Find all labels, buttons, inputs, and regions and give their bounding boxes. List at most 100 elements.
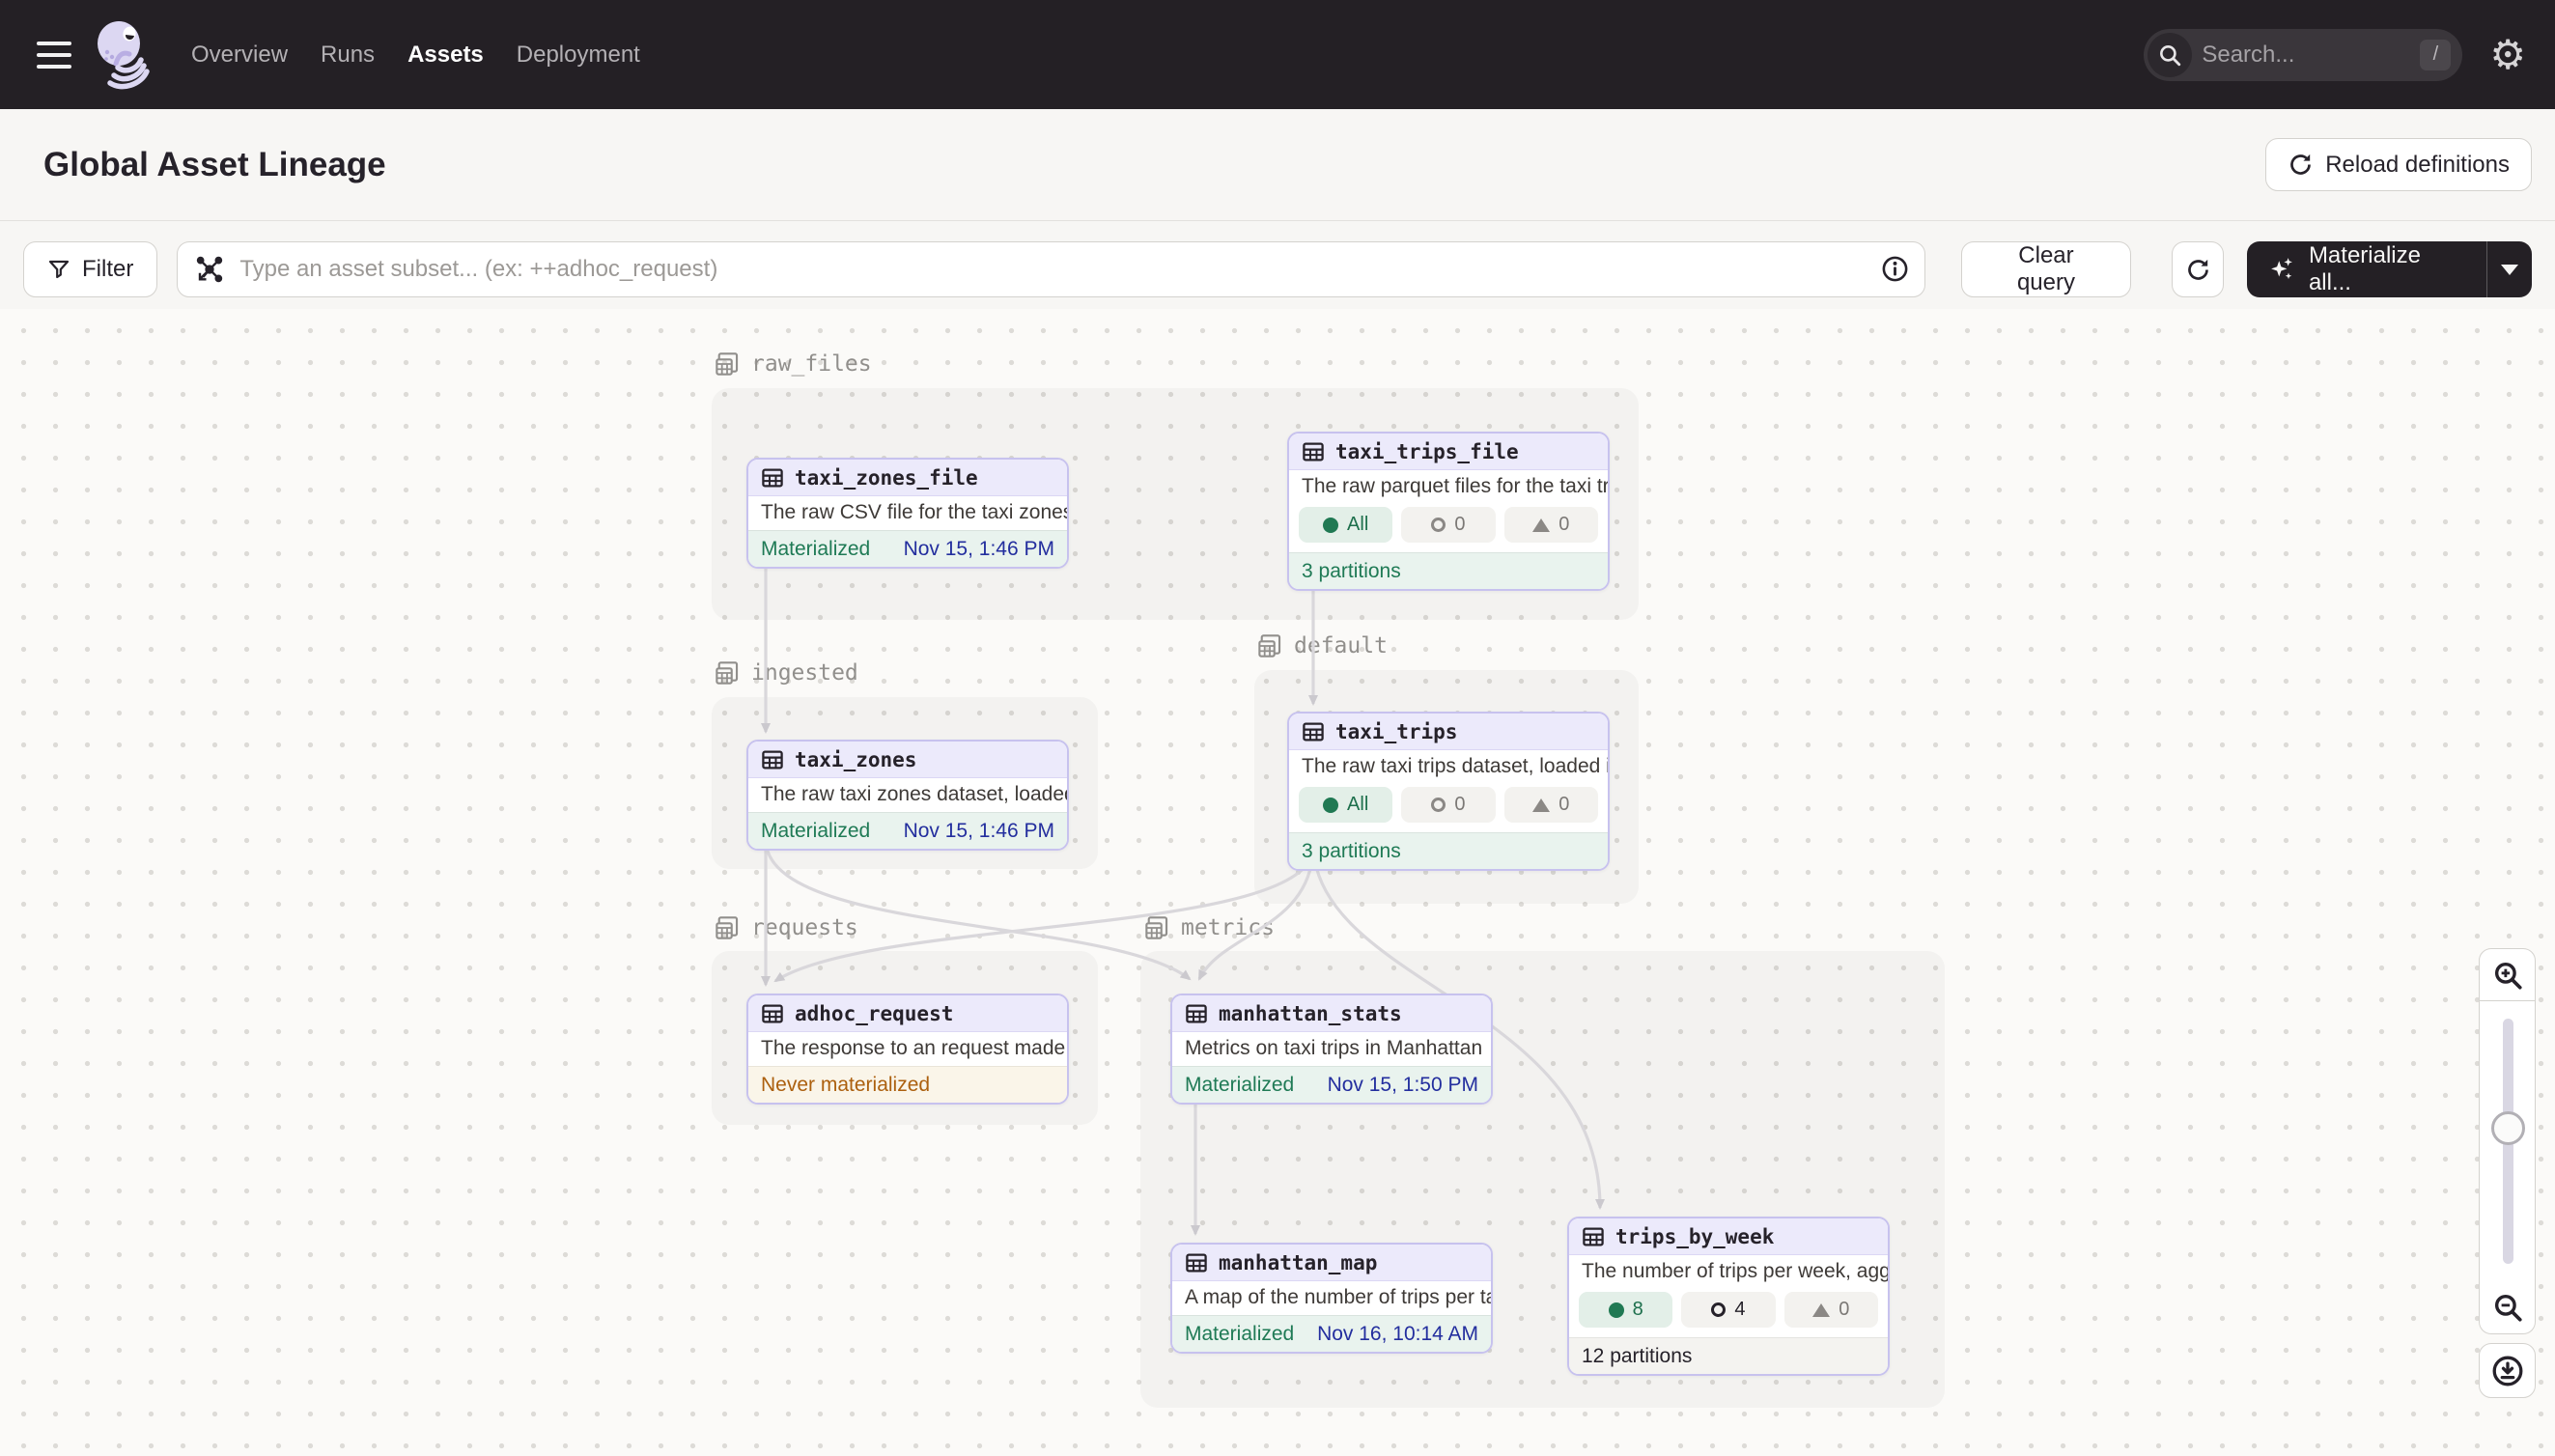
materialization-timestamp[interactable]: Nov 16, 10:14 AM <box>1317 1323 1478 1346</box>
download-icon <box>2490 1354 2525 1388</box>
materialize-dropdown-toggle[interactable] <box>2486 241 2532 297</box>
asset-description: The response to an request made in th... <box>748 1032 1067 1066</box>
refresh-icon <box>2185 257 2211 283</box>
asset-status-bar: 12 partitions <box>1569 1337 1888 1374</box>
download-image-button[interactable] <box>2479 1343 2536 1398</box>
asset-title: adhoc_request <box>795 1002 953 1025</box>
global-search[interactable]: / <box>2144 29 2462 81</box>
partition-badge-materialized[interactable]: All <box>1299 787 1392 823</box>
materialize-all-button[interactable]: Materialize all... <box>2247 241 2532 297</box>
partition-health-badges: 8 4 0 <box>1569 1289 1888 1337</box>
asset-node-adhoc-request[interactable]: adhoc_request The response to an request… <box>746 994 1069 1105</box>
lineage-toolbar: Filter Clear query <box>0 221 2555 309</box>
group-table-icon <box>715 351 740 377</box>
status-label: Materialized <box>1185 1074 1294 1097</box>
status-label: Never materialized <box>761 1074 930 1097</box>
group-label-ingested: ingested <box>715 660 858 686</box>
partition-badge-missing[interactable]: 0 <box>1784 1292 1878 1328</box>
group-label-metrics: metrics <box>1144 915 1275 940</box>
partition-badge-failed[interactable]: 0 <box>1401 507 1495 543</box>
table-icon <box>1302 440 1325 463</box>
asset-title: manhattan_map <box>1219 1251 1377 1274</box>
info-icon[interactable] <box>1880 254 1910 284</box>
missing-triangle-icon <box>1532 518 1550 532</box>
asset-node-taxi-trips-file[interactable]: taxi_trips_file The raw parquet files fo… <box>1287 432 1610 591</box>
asset-status-bar: Materialized Nov 15, 1:50 PM <box>1172 1066 1491 1103</box>
materialization-timestamp[interactable]: Nov 15, 1:50 PM <box>1328 1074 1478 1097</box>
nav-item-assets[interactable]: Assets <box>407 42 484 69</box>
clear-query-button[interactable]: Clear query <box>1961 241 2131 297</box>
partition-badge-failed[interactable]: 4 <box>1681 1292 1775 1328</box>
asset-subset-input[interactable] <box>177 241 1924 297</box>
asset-status-bar: Materialized Nov 15, 1:46 PM <box>748 812 1067 849</box>
table-icon <box>1582 1225 1605 1248</box>
missing-triangle-icon <box>1532 798 1550 812</box>
lineage-canvas[interactable]: raw_files ingested default requests metr… <box>0 309 2555 1456</box>
zoom-slider[interactable] <box>2479 1001 2536 1281</box>
reload-definitions-label: Reload definitions <box>2325 152 2510 179</box>
asset-node-manhattan-stats[interactable]: manhattan_stats Metrics on taxi trips in… <box>1170 994 1493 1105</box>
search-input[interactable] <box>2202 42 2385 69</box>
search-shortcut-key: / <box>2420 40 2451 70</box>
partition-health-badges: All 0 0 <box>1289 784 1608 832</box>
asset-description: The raw taxi trips dataset, loaded into … <box>1289 750 1608 784</box>
top-navbar: Overview Runs Assets Deployment / ⚙ <box>0 0 2555 109</box>
partition-badge-materialized[interactable]: All <box>1299 507 1392 543</box>
reload-definitions-button[interactable]: Reload definitions <box>2265 138 2532 191</box>
asset-node-trips-by-week[interactable]: trips_by_week The number of trips per we… <box>1567 1217 1890 1376</box>
materialized-dot-icon <box>1609 1302 1624 1318</box>
partitions-count: 3 partitions <box>1302 840 1401 863</box>
filter-button[interactable]: Filter <box>23 241 157 297</box>
asset-status-bar: 3 partitions <box>1289 832 1608 869</box>
nav-item-deployment[interactable]: Deployment <box>517 42 640 69</box>
materialization-timestamp[interactable]: Nov 15, 1:46 PM <box>904 538 1054 561</box>
table-icon <box>761 466 784 490</box>
zoom-in-button[interactable] <box>2479 948 2536 1001</box>
partitions-count: 3 partitions <box>1302 560 1401 583</box>
menu-icon[interactable] <box>37 42 71 69</box>
group-table-icon <box>1144 915 1169 940</box>
sparkle-icon <box>2268 256 2295 283</box>
asset-graph-icon <box>194 254 225 285</box>
status-label: Materialized <box>1185 1323 1294 1346</box>
nav-item-runs[interactable]: Runs <box>321 42 375 69</box>
partition-badge-materialized[interactable]: 8 <box>1579 1292 1672 1328</box>
table-icon <box>761 1002 784 1025</box>
asset-node-taxi-zones-file[interactable]: taxi_zones_file The raw CSV file for the… <box>746 458 1069 569</box>
asset-title: manhattan_stats <box>1219 1002 1402 1025</box>
page-title: Global Asset Lineage <box>43 146 386 184</box>
asset-node-manhattan-map[interactable]: manhattan_map A map of the number of tri… <box>1170 1243 1493 1354</box>
asset-status-bar: Never materialized <box>748 1066 1067 1103</box>
partition-badge-missing[interactable]: 0 <box>1504 507 1598 543</box>
table-icon <box>1185 1002 1208 1025</box>
group-label-default: default <box>1257 633 1388 658</box>
asset-description: The raw taxi zones dataset, loaded int..… <box>748 778 1067 812</box>
nav-item-overview[interactable]: Overview <box>191 42 288 69</box>
search-icon <box>2148 33 2192 77</box>
group-table-icon <box>715 915 740 940</box>
table-icon <box>1302 720 1325 743</box>
status-label: Materialized <box>761 538 870 561</box>
asset-query-wrap <box>177 241 1924 297</box>
page-header: Global Asset Lineage Reload definitions <box>0 109 2555 221</box>
asset-description: A map of the number of trips per taxi z.… <box>1172 1281 1491 1315</box>
asset-status-bar: Materialized Nov 15, 1:46 PM <box>748 530 1067 567</box>
group-label-requests: requests <box>715 915 858 940</box>
refresh-graph-button[interactable] <box>2172 241 2224 297</box>
partition-badge-missing[interactable]: 0 <box>1504 787 1598 823</box>
group-label-raw-files: raw_files <box>715 351 872 377</box>
zoom-out-button[interactable] <box>2479 1281 2536 1334</box>
asset-title: trips_by_week <box>1615 1225 1774 1248</box>
partitions-count: 12 partitions <box>1582 1345 1692 1368</box>
group-table-icon <box>1257 633 1282 658</box>
asset-node-taxi-zones[interactable]: taxi_zones The raw taxi zones dataset, l… <box>746 740 1069 851</box>
settings-gear-icon[interactable]: ⚙ <box>2489 35 2526 75</box>
failed-ring-icon <box>1711 1302 1726 1317</box>
zoom-slider-thumb[interactable] <box>2491 1111 2525 1145</box>
asset-title: taxi_zones <box>795 748 916 771</box>
asset-title: taxi_zones_file <box>795 466 978 490</box>
partition-badge-failed[interactable]: 0 <box>1401 787 1495 823</box>
materialize-all-label: Materialize all... <box>2309 242 2467 296</box>
materialization-timestamp[interactable]: Nov 15, 1:46 PM <box>904 820 1054 843</box>
asset-node-taxi-trips[interactable]: taxi_trips The raw taxi trips dataset, l… <box>1287 712 1610 871</box>
